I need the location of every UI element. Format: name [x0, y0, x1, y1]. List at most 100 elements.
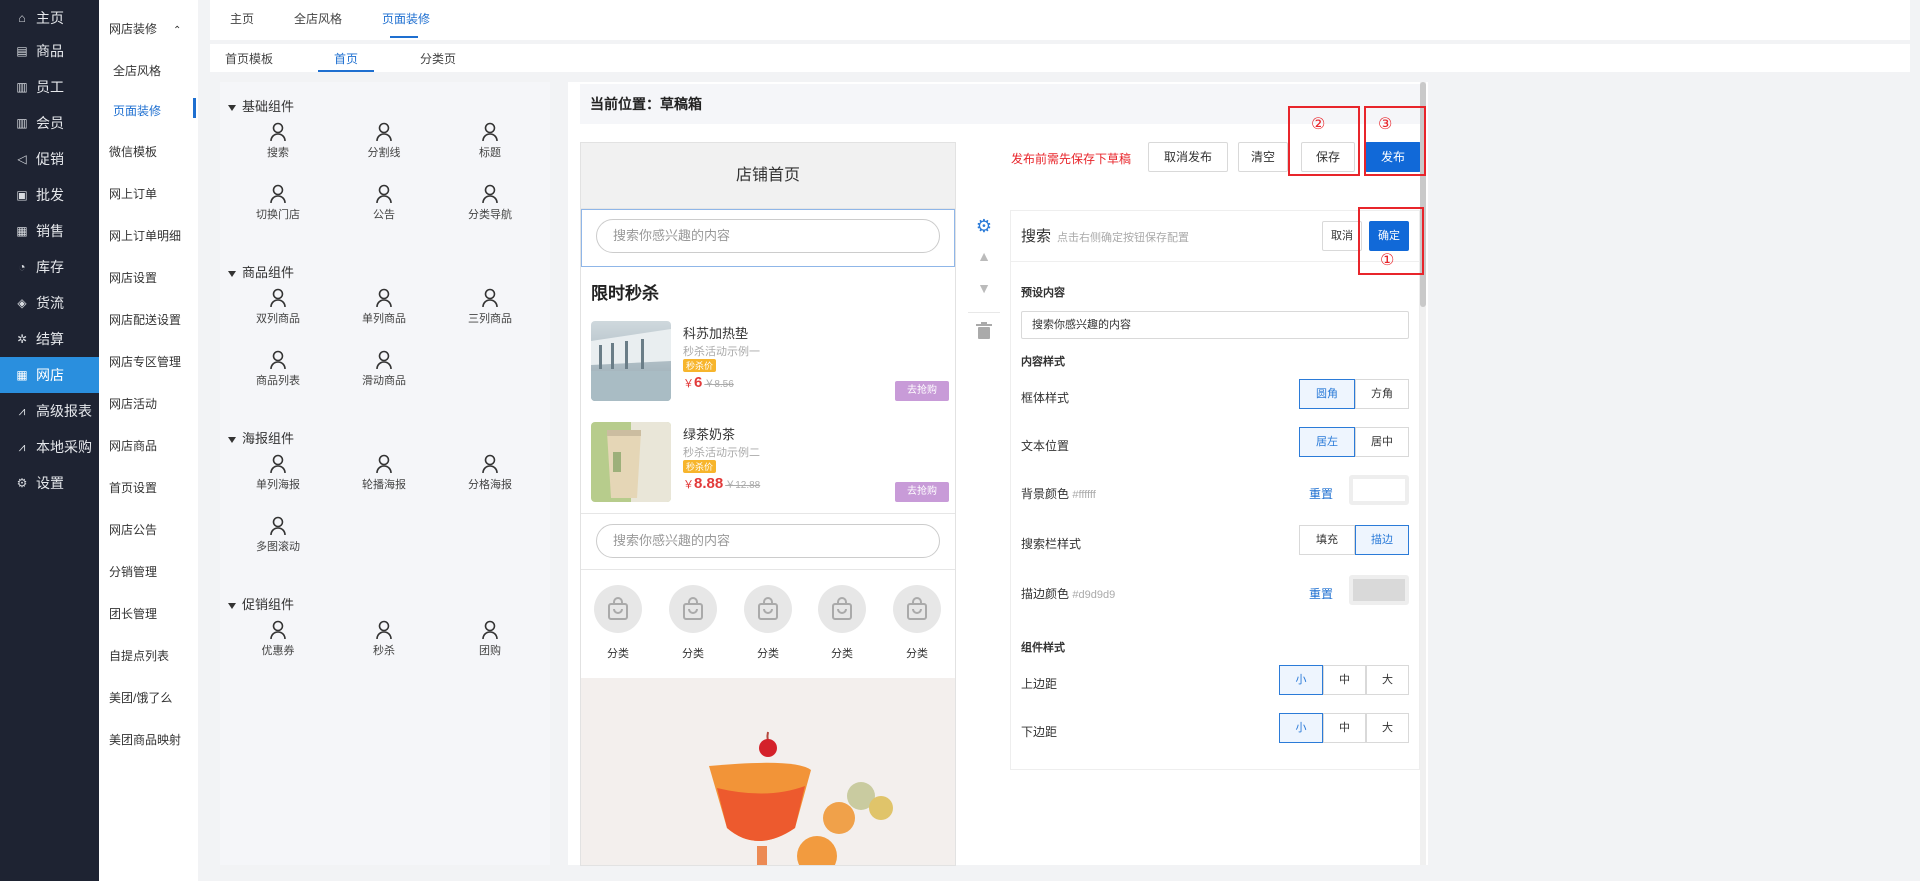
preview-search-input[interactable]: 搜索你感兴趣的内容 [596, 219, 940, 253]
comp-title[interactable]: 标题 [450, 122, 530, 160]
top-margin-medium[interactable]: 中 [1323, 665, 1366, 695]
sub-item-distribution[interactable]: 分销管理 [109, 563, 157, 580]
top-margin-small[interactable]: 小 [1279, 665, 1323, 695]
sub-item-decor[interactable]: 页面装修 [113, 102, 161, 119]
bg-reset-link[interactable]: 重置 [1309, 485, 1333, 502]
top-margin-large[interactable]: 大 [1366, 665, 1409, 695]
comp-coupon[interactable]: 优惠券 [238, 620, 318, 658]
nav-item-settings[interactable]: ⚙ 设置 [0, 465, 99, 501]
category-item[interactable]: 分类 [811, 585, 873, 661]
bar-fill-option[interactable]: 填充 [1299, 525, 1355, 555]
comp-single-goods[interactable]: 单列商品 [344, 288, 424, 326]
comp-grid-poster[interactable]: 分格海报 [450, 454, 530, 492]
nav-item-wholesale[interactable]: ▣ 批发 [0, 177, 99, 213]
clear-button[interactable]: 清空 [1238, 142, 1288, 172]
comp-carousel-poster[interactable]: 轮播海报 [344, 454, 424, 492]
nav-item-promo[interactable]: ◁ 促销 [0, 141, 99, 177]
annotation-mark-2: ② [1311, 116, 1326, 133]
user-icon [270, 122, 286, 142]
nav-item-stock[interactable]: ◔ 库存 [0, 249, 99, 285]
text-center-option[interactable]: 居中 [1355, 427, 1409, 457]
tab-style[interactable]: 全店风格 [294, 10, 342, 27]
preset-input[interactable]: 搜索你感兴趣的内容 [1021, 311, 1409, 339]
sub-nav-header[interactable]: 网店装修 ⌃ [109, 20, 181, 37]
sub-item-delivery[interactable]: 网店配送设置 [109, 311, 181, 328]
editor-scrollbar[interactable] [1420, 82, 1426, 865]
comp-multi-scroll[interactable]: 多图滚动 [238, 516, 318, 554]
comp-double-goods[interactable]: 双列商品 [238, 288, 318, 326]
sub-item-pickup[interactable]: 自提点列表 [109, 647, 169, 664]
nav-item-sales[interactable]: ▦ 销售 [0, 213, 99, 249]
cancel-publish-button[interactable]: 取消发布 [1148, 142, 1228, 172]
preview-search-input-2[interactable]: 搜索你感兴趣的内容 [596, 524, 940, 558]
comp-notice[interactable]: 公告 [344, 184, 424, 222]
group-title-basic[interactable]: 基础组件 [228, 96, 294, 115]
bar-stroke-option[interactable]: 描边 [1355, 525, 1409, 555]
config-cancel-button[interactable]: 取消 [1322, 221, 1362, 251]
sub-item-meituan[interactable]: 美团/饿了么 [109, 689, 172, 706]
tab-homepage[interactable]: 首页 [334, 50, 358, 67]
comp-goods-list[interactable]: 商品列表 [238, 350, 318, 388]
sub-item-wechat[interactable]: 微信模板 [109, 143, 157, 160]
category-item[interactable]: 分类 [662, 585, 724, 661]
sub-item-style[interactable]: 全店风格 [113, 62, 161, 79]
bottom-margin-medium[interactable]: 中 [1323, 713, 1366, 743]
bottom-margin-large[interactable]: 大 [1366, 713, 1409, 743]
nav-item-settle[interactable]: ✲ 结算 [0, 321, 99, 357]
sub-item-goods[interactable]: 网店商品 [109, 437, 157, 454]
buy-button-2[interactable]: 去抢购 [895, 482, 949, 502]
comp-divider[interactable]: 分割线 [344, 122, 424, 160]
gear-icon[interactable]: ⚙ [966, 216, 1002, 237]
comp-search[interactable]: 搜索 [238, 122, 318, 160]
trash-icon[interactable] [966, 322, 1002, 345]
sub-item-notice[interactable]: 网店公告 [109, 521, 157, 538]
comp-single-poster[interactable]: 单列海报 [238, 454, 318, 492]
sub-item-leader[interactable]: 团长管理 [109, 605, 157, 622]
group-title-poster[interactable]: 海报组件 [228, 428, 294, 447]
sub-item-orders[interactable]: 网上订单 [109, 185, 157, 202]
nav-item-product[interactable]: ▤ 商品 [0, 33, 99, 69]
tab-decor[interactable]: 页面装修 [382, 10, 430, 27]
sub-item-zone[interactable]: 网店专区管理 [109, 353, 181, 370]
nav-item-staff[interactable]: ▥ 员工 [0, 69, 99, 105]
nav-item-flow[interactable]: ◈ 货流 [0, 285, 99, 321]
bottom-margin-small[interactable]: 小 [1279, 713, 1323, 743]
sub-item-activity[interactable]: 网店活动 [109, 395, 157, 412]
category-item[interactable]: 分类 [587, 585, 649, 661]
sub-item-order-detail[interactable]: 网上订单明细 [109, 227, 181, 244]
text-left-option[interactable]: 居左 [1299, 427, 1355, 457]
nav-item-member[interactable]: ▥ 会员 [0, 105, 99, 141]
sub-item-meituan-map[interactable]: 美团商品映射 [109, 731, 181, 748]
sub-item-shop-settings[interactable]: 网店设置 [109, 269, 157, 286]
nav-item-purchase[interactable]: ⩘ 本地采购 [0, 429, 99, 465]
page-tabs: 首页模板 首页 分类页 [210, 44, 1910, 72]
comp-switch-store[interactable]: 切换门店 [238, 184, 318, 222]
comp-triple-goods[interactable]: 三列商品 [450, 288, 530, 326]
group-title-goods[interactable]: 商品组件 [228, 262, 294, 281]
bg-color-swatch[interactable] [1349, 475, 1409, 505]
frame-square-option[interactable]: 方角 [1355, 379, 1409, 409]
tab-home[interactable]: 主页 [230, 10, 254, 27]
tab-template[interactable]: 首页模板 [225, 50, 273, 67]
comp-slide-goods[interactable]: 滑动商品 [344, 350, 424, 388]
tab-category[interactable]: 分类页 [420, 50, 456, 67]
move-up-icon[interactable]: ▲ [966, 248, 1002, 264]
config-hint: 点击右侧确定按钮保存配置 [1057, 232, 1189, 244]
border-reset-link[interactable]: 重置 [1309, 585, 1333, 602]
frame-round-option[interactable]: 圆角 [1299, 379, 1355, 409]
nav-item-shop[interactable]: ▦ 网店 [0, 357, 99, 393]
nav-item-report[interactable]: ⩘ 高级报表 [0, 393, 99, 429]
buy-button-1[interactable]: 去抢购 [895, 381, 949, 401]
comp-flash-sale[interactable]: 秒杀 [344, 620, 424, 658]
home-icon: ⌂ [18, 11, 26, 25]
move-down-icon[interactable]: ▼ [966, 280, 1002, 296]
group-title-promo[interactable]: 促销组件 [228, 594, 294, 613]
category-item[interactable]: 分类 [737, 585, 799, 661]
border-color-swatch[interactable] [1349, 575, 1409, 605]
category-item[interactable]: 分类 [886, 585, 948, 661]
comp-category-nav[interactable]: 分类导航 [450, 184, 530, 222]
sub-item-home-settings[interactable]: 首页设置 [109, 479, 157, 496]
comp-group-buy[interactable]: 团购 [450, 620, 530, 658]
nav-item-home[interactable]: ⌂ 主页 [0, 0, 99, 36]
active-indicator [193, 98, 196, 118]
